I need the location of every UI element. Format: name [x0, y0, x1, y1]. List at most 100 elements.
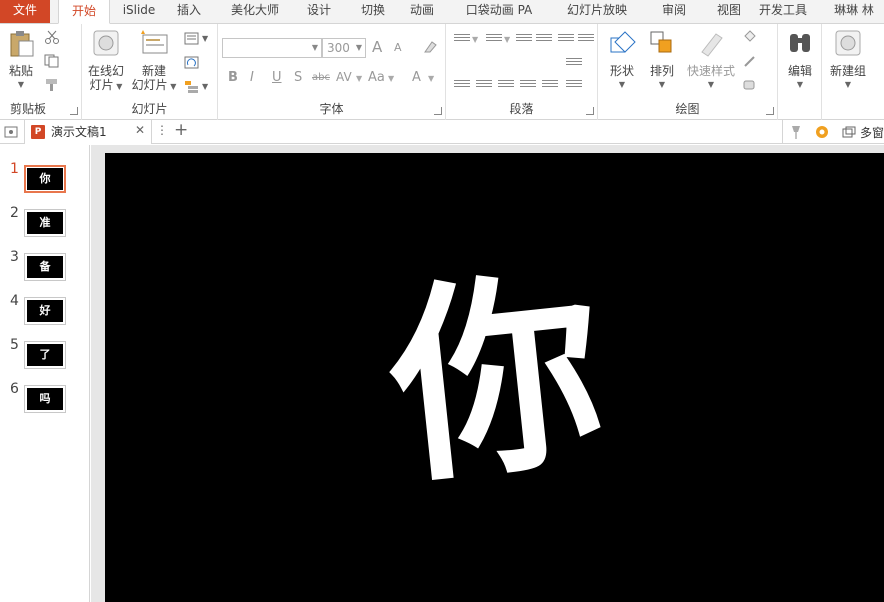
multi-window-icon[interactable]	[842, 126, 856, 138]
new-slide-label-2: 幻灯片	[131, 78, 168, 92]
slide-thumbnail[interactable]: 3 备	[0, 249, 90, 289]
clipboard-group-label: 剪贴板	[10, 102, 47, 116]
slide-number: 6	[10, 381, 19, 397]
powerpoint-file-icon: P	[31, 125, 45, 139]
change-case-button[interactable]: Aa	[368, 70, 385, 85]
strikethrough-button[interactable]: abc	[312, 72, 330, 83]
multi-window-label[interactable]: 多窗	[860, 124, 884, 141]
slide-thumbnail-frame: 了	[24, 341, 66, 369]
slide-thumbnail[interactable]: 6 吗	[0, 381, 90, 421]
new-group-label: 新建组	[829, 64, 866, 78]
clear-format-icon[interactable]	[422, 40, 438, 54]
slide-thumbnail[interactable]: 4 好	[0, 293, 90, 333]
shrink-font-button[interactable]: A	[394, 41, 402, 54]
settings-gear-icon[interactable]	[814, 124, 830, 140]
font-color-dropdown[interactable]: ▼	[428, 74, 434, 83]
tab-design[interactable]: 设计	[300, 0, 338, 23]
account-name[interactable]: 琳琳 林	[824, 0, 884, 23]
tab-islide[interactable]: iSlide	[110, 0, 168, 23]
tab-home[interactable]: 开始	[58, 0, 110, 24]
online-slides-icon	[93, 30, 119, 56]
text-direction-icon[interactable]	[566, 58, 582, 70]
paste-button[interactable]: 粘贴 ▼	[4, 28, 38, 92]
font-name-box[interactable]: ▼	[222, 38, 322, 58]
arrange-icon	[650, 31, 672, 53]
align-center-icon[interactable]	[476, 80, 492, 92]
tab-options-icon[interactable]: ⋮	[156, 123, 168, 137]
document-tab[interactable]: P 演示文稿1 ✕	[24, 120, 152, 144]
editing-button[interactable]: 编辑 ▼	[782, 28, 818, 92]
underline-button[interactable]: U	[272, 70, 282, 85]
close-tab-icon[interactable]: ✕	[135, 123, 145, 137]
layout-icon[interactable]	[184, 32, 200, 46]
quick-styles-button[interactable]: 快速样式 ▼	[684, 28, 738, 92]
tab-review[interactable]: 审阅	[632, 0, 716, 23]
decrease-indent-icon[interactable]	[516, 34, 532, 46]
current-slide[interactable]: 你	[105, 153, 884, 602]
change-case-dropdown[interactable]: ▼	[388, 74, 394, 83]
quick-styles-icon	[701, 33, 723, 57]
slide-thumbnail[interactable]: 5 了	[0, 337, 90, 377]
slide-thumbnail-text: 了	[27, 344, 63, 366]
numbering-icon[interactable]	[486, 34, 502, 46]
slide-text-graphic[interactable]: 你	[105, 153, 884, 602]
italic-button[interactable]: I	[250, 70, 254, 85]
tab-pocket-animation[interactable]: 口袋动画 PA	[436, 0, 562, 23]
font-size-box[interactable]: 300 ▼	[322, 38, 366, 58]
tab-slideshow[interactable]: 幻灯片放映	[562, 0, 632, 23]
tab-developer[interactable]: 开发工具	[742, 0, 824, 23]
tab-view[interactable]: 视图	[716, 0, 742, 23]
slide-thumbnail[interactable]: 1 你	[0, 161, 90, 201]
font-launcher[interactable]	[434, 107, 442, 115]
new-slide-icon	[141, 30, 168, 54]
new-slide-label-1: 新建	[141, 64, 166, 78]
tab-animations[interactable]: 动画	[408, 0, 436, 23]
section-icon[interactable]	[184, 80, 200, 94]
layout-dropdown[interactable]: ▼	[202, 34, 208, 43]
slide-number: 4	[10, 293, 19, 309]
tab-file[interactable]: 文件	[0, 0, 50, 23]
line-spacing-icon[interactable]	[558, 34, 574, 46]
tab-insert[interactable]: 插入	[168, 0, 210, 23]
distribute-icon[interactable]	[542, 80, 558, 92]
new-group-button[interactable]: 新建组 ▼	[824, 28, 872, 92]
shadow-button[interactable]: S	[294, 70, 302, 85]
drawing-launcher[interactable]	[766, 107, 774, 115]
clipboard-launcher[interactable]	[70, 107, 78, 115]
align-left-icon[interactable]	[454, 80, 470, 92]
paragraph-launcher[interactable]	[586, 107, 594, 115]
new-slide-button[interactable]: 新建 幻灯片 ▼	[130, 28, 178, 94]
bullets-dropdown[interactable]: ▼	[472, 35, 478, 44]
shapes-button[interactable]: 形状 ▼	[604, 28, 640, 92]
cut-icon[interactable]	[44, 30, 60, 44]
clipboard-group: 粘贴 ▼ 剪贴板	[0, 24, 82, 120]
align-right-icon[interactable]	[498, 80, 514, 92]
char-spacing-dropdown[interactable]: ▼	[356, 74, 362, 83]
bold-button[interactable]: B	[228, 70, 238, 85]
font-color-button[interactable]: A	[412, 70, 421, 85]
shape-effects-icon[interactable]	[742, 78, 758, 92]
paragraph-group: ▼ ▼ 段落	[446, 24, 598, 120]
shape-outline-icon[interactable]	[742, 54, 758, 68]
online-slides-button[interactable]: 在线幻 灯片 ▼	[84, 28, 128, 94]
format-painter-icon[interactable]	[44, 78, 60, 92]
increase-indent-icon[interactable]	[536, 34, 552, 46]
justify-icon[interactable]	[520, 80, 536, 92]
tab-transitions[interactable]: 切换	[338, 0, 408, 23]
reset-icon[interactable]	[184, 56, 200, 70]
document-menu-icon[interactable]	[4, 125, 18, 139]
shape-fill-icon[interactable]	[742, 30, 758, 44]
char-spacing-button[interactable]: AV	[336, 70, 352, 84]
slide-thumbnail[interactable]: 2 准	[0, 205, 90, 245]
grow-font-button[interactable]: A	[372, 38, 382, 56]
numbering-dropdown[interactable]: ▼	[504, 35, 510, 44]
new-tab-icon[interactable]: +	[174, 120, 188, 140]
arrange-button[interactable]: 排列 ▼	[644, 28, 680, 92]
pin-icon[interactable]	[788, 124, 804, 140]
copy-icon[interactable]	[44, 54, 60, 68]
tab-beautify[interactable]: 美化大师	[210, 0, 300, 23]
section-dropdown[interactable]: ▼	[202, 82, 208, 91]
bullets-icon[interactable]	[454, 34, 470, 46]
columns-icon[interactable]	[578, 34, 594, 46]
align-text-icon[interactable]	[566, 80, 582, 92]
